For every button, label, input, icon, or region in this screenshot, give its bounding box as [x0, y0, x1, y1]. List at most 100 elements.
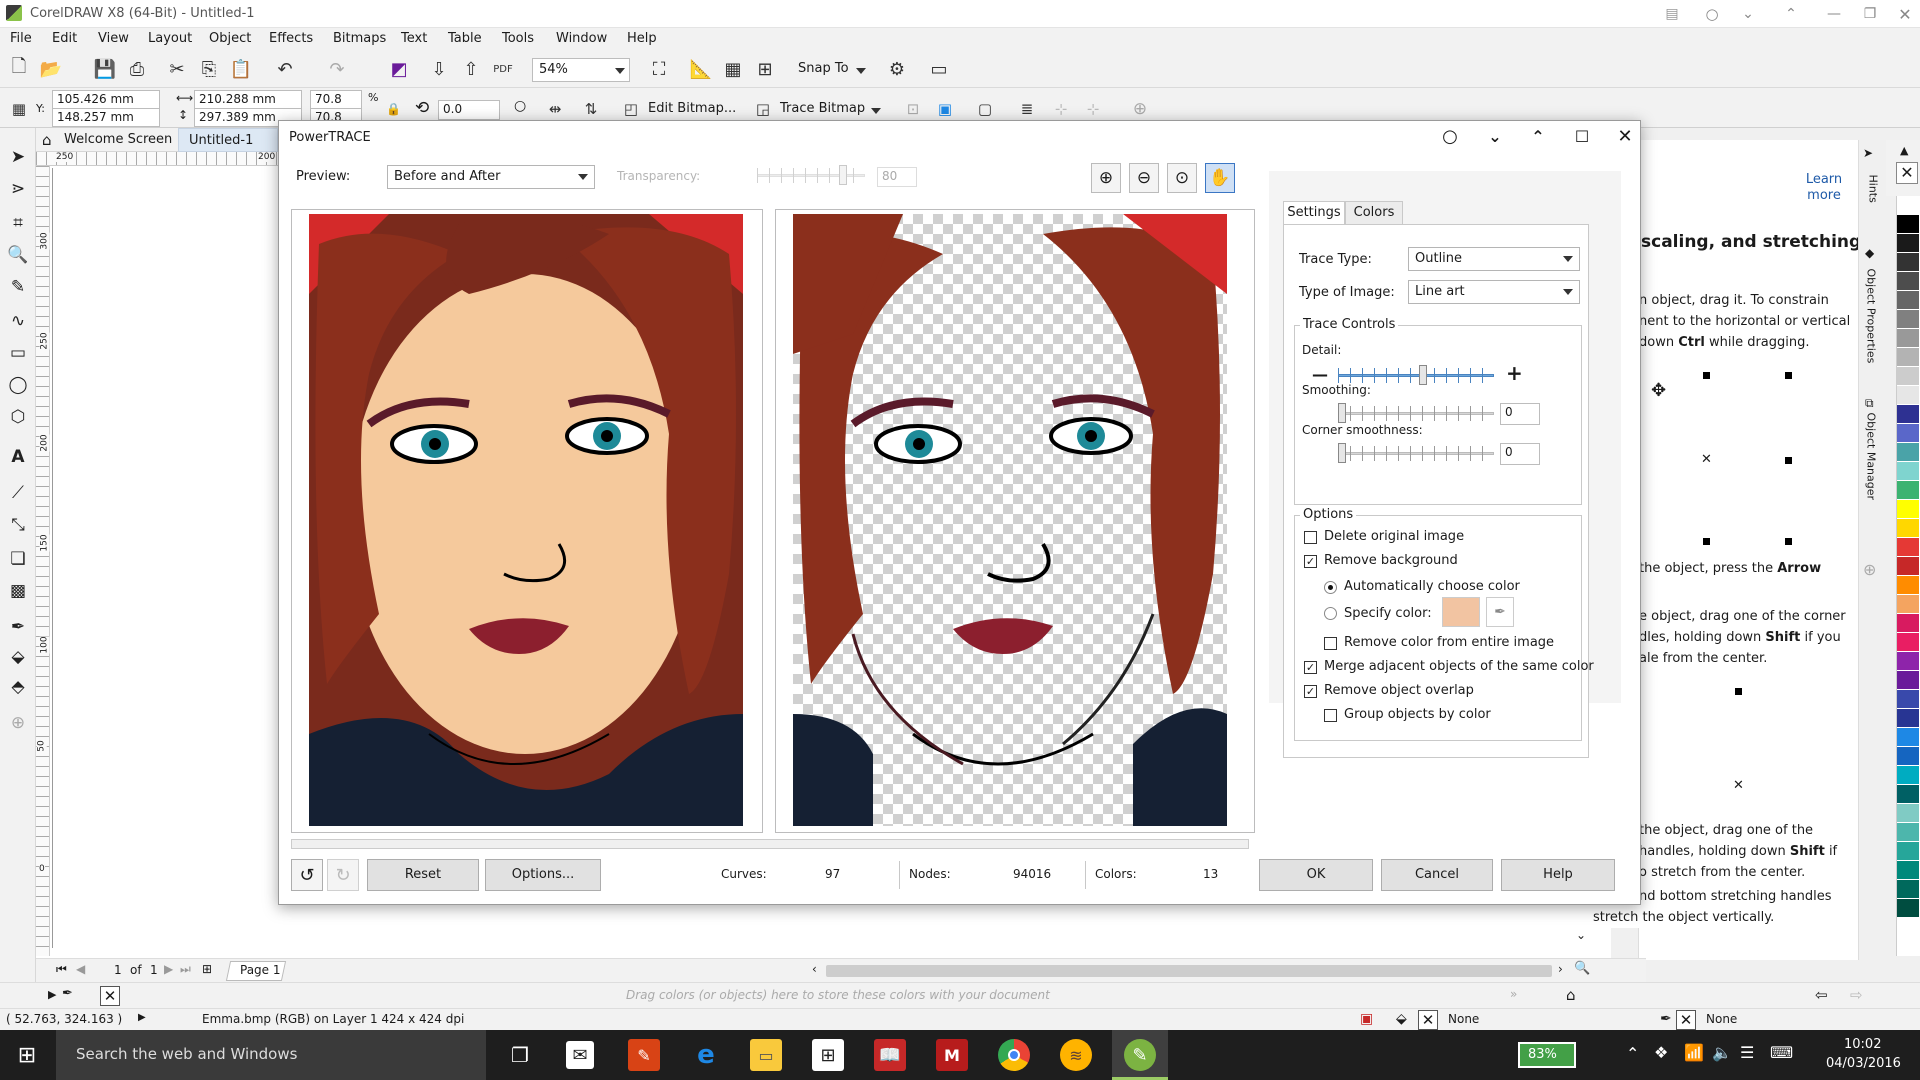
learn-more-link[interactable]: Learn more: [1789, 172, 1859, 204]
pick-tool-icon[interactable]: ➤: [5, 144, 31, 170]
forward-arrow-icon[interactable]: ⇨: [1850, 986, 1863, 1004]
first-page-icon[interactable]: ⏮: [56, 962, 67, 977]
detail-slider[interactable]: [1338, 365, 1494, 385]
mail-app-icon[interactable]: ✉: [566, 1041, 594, 1069]
delete-original-checkbox[interactable]: [1304, 531, 1317, 544]
smoothing-field[interactable]: 0: [1500, 403, 1540, 425]
eyedropper-tool-icon[interactable]: ✒: [5, 614, 31, 640]
store-app-icon[interactable]: ⊞: [812, 1039, 844, 1071]
rotation-field[interactable]: 0.0: [438, 100, 500, 120]
add-icon[interactable]: ⊕: [1127, 96, 1153, 122]
palette-swatch[interactable]: [1897, 690, 1919, 709]
rectangle-tool-icon[interactable]: ▭: [5, 340, 31, 366]
palette-swatch[interactable]: [1897, 234, 1919, 253]
palette-swatch[interactable]: [1897, 557, 1919, 576]
palette-swatch[interactable]: [1897, 519, 1919, 538]
smoothing-slider[interactable]: [1338, 403, 1494, 423]
interactive-fill-tool-icon[interactable]: ⬙: [5, 644, 31, 670]
palette-scroll-right-icon[interactable]: »: [1510, 987, 1517, 1001]
grid-icon[interactable]: ▦: [720, 56, 746, 82]
drop-shadow-tool-icon[interactable]: ❏: [5, 546, 31, 572]
menu-object[interactable]: Object: [209, 31, 251, 46]
corner-smoothness-field[interactable]: 0: [1500, 443, 1540, 465]
palette-swatch[interactable]: [1897, 500, 1919, 519]
palette-swatch[interactable]: [1897, 291, 1919, 310]
reset-button[interactable]: Reset: [367, 859, 479, 891]
specify-color-radio[interactable]: [1324, 607, 1337, 620]
menu-view[interactable]: View: [98, 31, 129, 46]
last-page-icon[interactable]: ⏭: [180, 962, 191, 977]
scroll-left-icon[interactable]: ‹: [812, 962, 817, 976]
help-button[interactable]: Help: [1501, 859, 1615, 891]
eyedropper-icon[interactable]: ✒: [1486, 597, 1514, 627]
transparency-field[interactable]: 80: [877, 167, 917, 187]
gear-icon[interactable]: ⚙: [884, 56, 910, 82]
import-icon[interactable]: ⇩: [426, 56, 452, 82]
palette-swatch[interactable]: [1897, 652, 1919, 671]
vertical-ruler[interactable]: 300 250 200 150 100 50 0: [36, 166, 50, 956]
chevron-down-icon[interactable]: [856, 68, 866, 74]
palette-swatch[interactable]: [1897, 405, 1919, 424]
quick-trace-icon[interactable]: ⊹: [1048, 96, 1074, 122]
image-type-combo[interactable]: Line art: [1408, 280, 1580, 304]
clock-time[interactable]: 10:02: [1844, 1037, 1881, 1052]
crop-tool-icon[interactable]: ⌗: [5, 210, 31, 236]
before-preview-pane[interactable]: [291, 209, 763, 833]
menu-edit[interactable]: Edit: [52, 31, 77, 46]
chrome-browser-icon[interactable]: [998, 1039, 1030, 1071]
pan-hand-icon[interactable]: ✋: [1205, 163, 1235, 193]
polygon-tool-icon[interactable]: ⬡: [5, 404, 31, 430]
freehand-tool-icon[interactable]: ✎: [5, 274, 31, 300]
palette-swatch[interactable]: [1897, 899, 1919, 918]
no-color-swatch[interactable]: ✕: [1896, 162, 1918, 184]
crop-icon[interactable]: ▢: [972, 96, 998, 122]
ok-button[interactable]: OK: [1259, 859, 1373, 891]
width-field[interactable]: 210.288 mm: [194, 90, 302, 109]
zoom-out-icon[interactable]: ⊖: [1129, 163, 1159, 193]
palette-swatch[interactable]: [1897, 728, 1919, 747]
pdf-icon[interactable]: PDF: [490, 56, 516, 82]
tab-hints[interactable]: Hints: [1867, 175, 1880, 223]
palette-swatch[interactable]: [1897, 367, 1919, 386]
menu-bitmaps[interactable]: Bitmaps: [333, 31, 386, 46]
palette-swatch[interactable]: [1897, 747, 1919, 766]
y-position-field[interactable]: 148.257 mm: [52, 108, 160, 127]
menu-layout[interactable]: Layout: [148, 31, 192, 46]
palette-swatch[interactable]: [1897, 196, 1919, 215]
expand-arrow-icon[interactable]: ▶: [138, 1012, 146, 1023]
remove-color-entire-checkbox[interactable]: [1324, 637, 1337, 650]
palette-swatch[interactable]: [1897, 253, 1919, 272]
notifications-icon[interactable]: ☰: [1740, 1043, 1754, 1062]
tab-welcome-screen[interactable]: Welcome Screen: [64, 132, 172, 147]
add-page-icon[interactable]: ⊞: [202, 962, 212, 976]
palette-swatch[interactable]: [1897, 861, 1919, 880]
tab-settings[interactable]: Settings: [1283, 201, 1345, 225]
remove-overlap-checkbox[interactable]: ✓: [1304, 685, 1317, 698]
tab-untitled-1[interactable]: Untitled-1: [178, 128, 278, 152]
paint-app-icon[interactable]: ✎: [628, 1039, 660, 1071]
task-view-icon[interactable]: ❐: [504, 1039, 536, 1071]
scale-width-field[interactable]: 70.8: [310, 90, 362, 109]
chevron-up-icon[interactable]: ⌃: [1781, 4, 1801, 24]
group-by-color-checkbox[interactable]: [1324, 709, 1337, 722]
palette-swatch[interactable]: [1897, 823, 1919, 842]
horizontal-scrollbar[interactable]: [826, 965, 1552, 977]
edit-bitmap-button[interactable]: Edit Bitmap...: [648, 101, 736, 116]
volume-icon[interactable]: 🔈: [1712, 1043, 1732, 1062]
keyboard-icon[interactable]: ⌨: [1770, 1043, 1793, 1062]
windows-start-icon[interactable]: ⊞: [14, 1042, 40, 1068]
wrap-text-icon[interactable]: ≣: [1014, 96, 1040, 122]
undo-icon[interactable]: ↶: [272, 56, 298, 82]
palette-swatch[interactable]: [1897, 310, 1919, 329]
no-color-swatch[interactable]: ✕: [100, 986, 120, 1006]
menu-file[interactable]: File: [10, 31, 32, 46]
edit-bitmap-icon[interactable]: ◰: [618, 96, 644, 122]
chevron-down-icon[interactable]: ⌄: [1738, 4, 1758, 24]
save-icon[interactable]: 💾: [92, 56, 118, 82]
zoom-in-icon[interactable]: ⊕: [1091, 163, 1121, 193]
palette-swatch[interactable]: [1897, 348, 1919, 367]
maximize-icon[interactable]: ☐: [1571, 125, 1593, 147]
palette-swatch[interactable]: [1897, 595, 1919, 614]
shape-tool-icon[interactable]: ⋗: [5, 176, 31, 202]
transparency-tool-icon[interactable]: ▩: [5, 578, 31, 604]
